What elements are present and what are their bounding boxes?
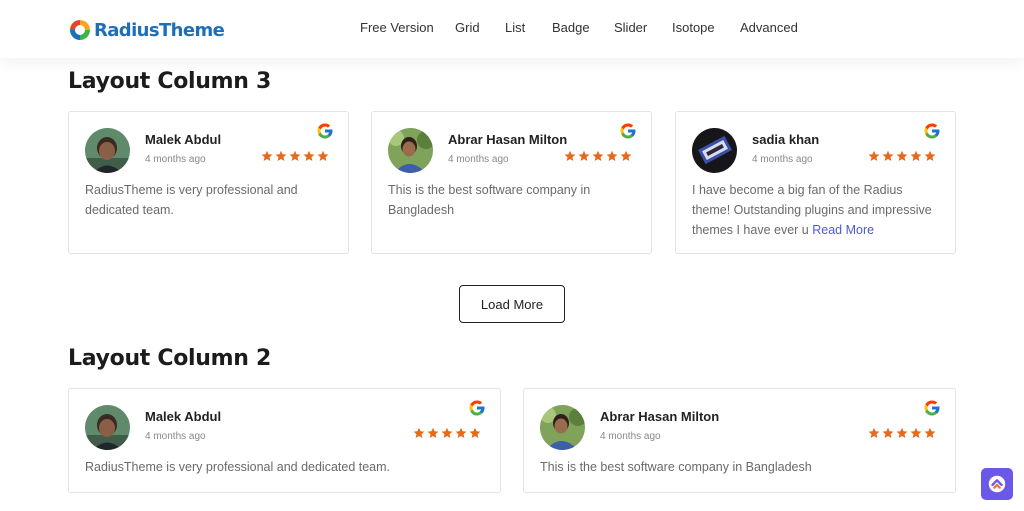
- nav-item-advanced[interactable]: Advanced: [740, 20, 798, 35]
- star-rating: [868, 150, 936, 162]
- google-g-icon: [469, 400, 485, 416]
- review-card: Malek Abdul 4 months ago RadiusTheme is …: [68, 388, 501, 493]
- star-icon: [455, 427, 467, 438]
- star-icon: [275, 150, 287, 161]
- star-icon: [261, 150, 273, 161]
- review-card: Malek Abdul 4 months ago RadiusTheme is …: [68, 111, 349, 254]
- review-card: Abrar Hasan Milton 4 months ago This is …: [523, 388, 956, 493]
- review-text: This is the best software company in Ban…: [388, 183, 591, 217]
- nav-item-free-version[interactable]: Free Version: [360, 20, 434, 35]
- nav-item-badge[interactable]: Badge: [552, 20, 590, 35]
- avatar: [692, 128, 737, 173]
- star-icon: [592, 150, 604, 161]
- star-icon: [578, 150, 590, 161]
- logo-swirl-icon: [70, 20, 90, 40]
- avatar: [388, 128, 433, 173]
- review-text: RadiusTheme is very professional and ded…: [85, 183, 298, 217]
- star-icon: [882, 150, 894, 161]
- review-text: I have become a big fan of the Radius th…: [692, 180, 942, 240]
- nav-item-grid[interactable]: Grid: [455, 20, 480, 35]
- reviewer-name: Abrar Hasan Milton: [448, 132, 568, 147]
- review-time: 4 months ago: [145, 431, 206, 442]
- star-rating: [261, 150, 329, 162]
- star-icon: [413, 427, 425, 438]
- google-g-icon: [620, 123, 636, 139]
- site-header: RadiusTheme Free Version Grid List Badge…: [0, 0, 1024, 58]
- nav-item-list[interactable]: List: [505, 20, 525, 35]
- star-icon: [868, 150, 880, 161]
- reviewer-name: Malek Abdul: [145, 132, 222, 147]
- radiustheme-logo[interactable]: RadiusTheme: [68, 17, 225, 43]
- avatar: [540, 405, 585, 450]
- review-card: sadia khan 4 months ago I have become a …: [675, 111, 956, 254]
- star-icon: [441, 427, 453, 438]
- reviewer-name: Malek Abdul: [145, 409, 222, 424]
- avatar: [85, 405, 130, 450]
- star-icon: [606, 150, 618, 161]
- logo-text: RadiusTheme: [94, 19, 225, 41]
- star-icon: [868, 427, 880, 438]
- star-icon: [910, 150, 922, 161]
- section-title-layout-column-3: Layout Column 3: [68, 69, 271, 94]
- review-text: This is the best software company in Ban…: [540, 460, 812, 474]
- star-icon: [469, 427, 481, 438]
- section-title-layout-column-2: Layout Column 2: [68, 346, 271, 371]
- star-icon: [896, 427, 908, 438]
- star-icon: [317, 150, 329, 161]
- star-icon: [303, 150, 315, 161]
- load-more-button[interactable]: Load More: [459, 285, 565, 323]
- avatar: [85, 128, 130, 173]
- google-g-icon: [924, 400, 940, 416]
- review-time: 4 months ago: [752, 154, 813, 165]
- star-icon: [924, 427, 936, 438]
- star-rating: [413, 427, 481, 439]
- read-more-link[interactable]: Read More: [812, 223, 874, 237]
- review-time: 4 months ago: [600, 431, 661, 442]
- star-icon: [910, 427, 922, 438]
- star-icon: [924, 150, 936, 161]
- review-text: RadiusTheme is very professional and ded…: [85, 460, 391, 474]
- chat-widget-icon: [988, 475, 1006, 493]
- google-g-icon: [924, 123, 940, 139]
- star-icon: [620, 150, 632, 161]
- star-icon: [896, 150, 908, 161]
- nav-item-slider[interactable]: Slider: [614, 20, 647, 35]
- google-g-icon: [317, 123, 333, 139]
- reviewer-name: Abrar Hasan Milton: [600, 409, 720, 424]
- star-icon: [564, 150, 576, 161]
- star-icon: [427, 427, 439, 438]
- star-icon: [882, 427, 894, 438]
- star-icon: [289, 150, 301, 161]
- nav-item-isotope[interactable]: Isotope: [672, 20, 715, 35]
- star-rating: [564, 150, 632, 162]
- review-card: Abrar Hasan Milton 4 months ago This is …: [371, 111, 652, 254]
- review-time: 4 months ago: [145, 154, 206, 165]
- chat-widget-button[interactable]: [981, 468, 1013, 500]
- star-rating: [868, 427, 936, 439]
- reviewer-name: sadia khan: [752, 132, 820, 147]
- review-time: 4 months ago: [448, 154, 509, 165]
